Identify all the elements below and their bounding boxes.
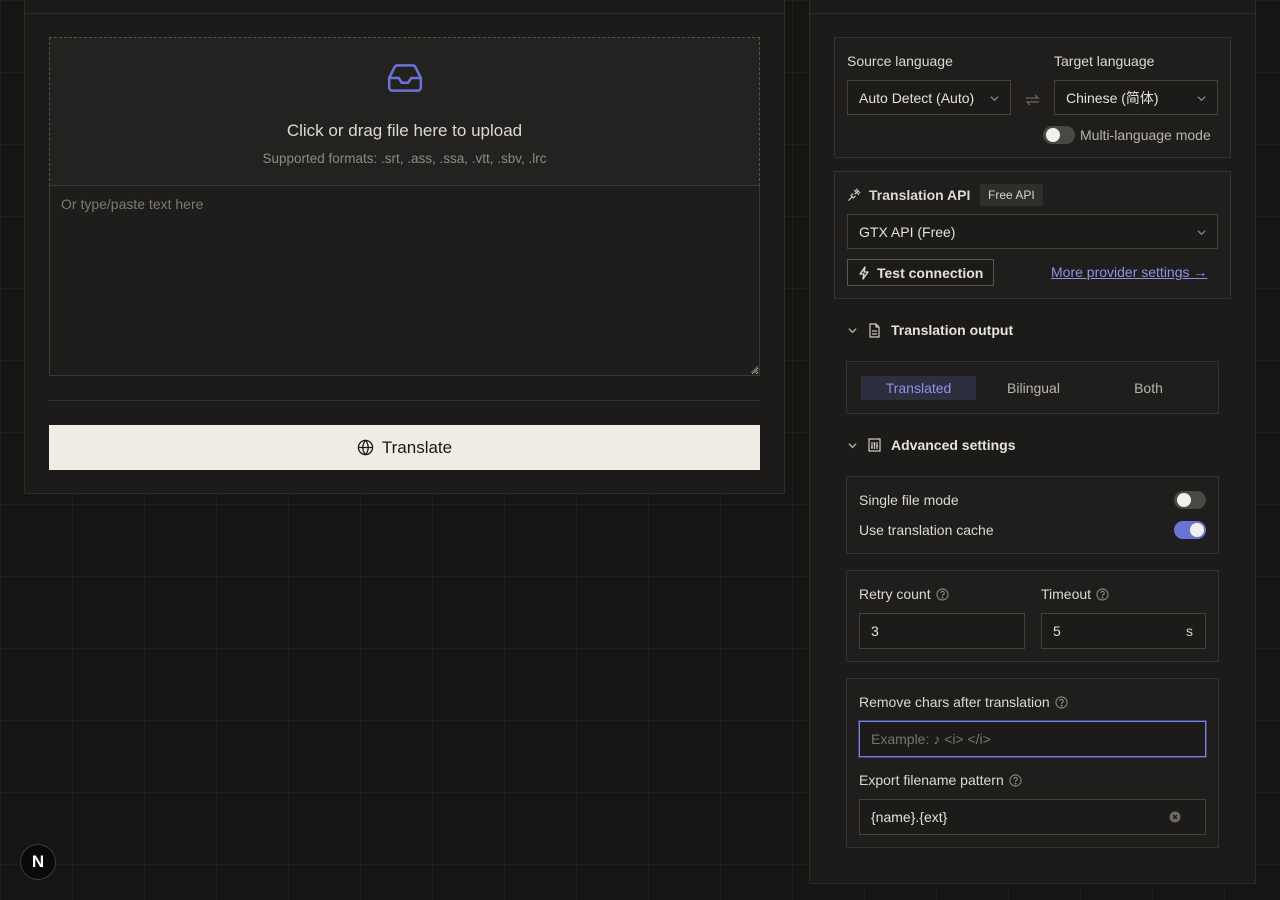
file-dropzone[interactable]: Click or drag file here to upload Suppor…: [49, 37, 760, 186]
supported-formats: Supported formats: .srt, .ass, .ssa, .vt…: [262, 151, 547, 166]
translation-output-title: Translation output: [891, 322, 1014, 338]
translation-cache-label: Use translation cache: [859, 522, 994, 538]
toggle-knob: [1177, 493, 1191, 507]
inbox-icon: [387, 64, 422, 92]
source-language-value: Auto Detect (Auto): [859, 89, 975, 106]
resize-grip-icon[interactable]: [750, 365, 759, 374]
api-card: Translation API Free API GTX API (Free) …: [834, 171, 1231, 299]
chevron-down-icon: [848, 327, 857, 333]
source-language-label: Source language: [847, 53, 953, 69]
chevron-down-icon: [848, 442, 857, 448]
retry-count-text: Retry count: [859, 586, 931, 602]
toggle-knob: [1190, 523, 1204, 537]
single-file-mode-toggle[interactable]: [1174, 491, 1206, 509]
retry-count-input[interactable]: [859, 613, 1025, 649]
export-filename-label: Export filename pattern: [859, 772, 1022, 788]
remove-chars-input[interactable]: [859, 721, 1206, 757]
chevron-down-icon: [990, 96, 999, 102]
text-options-card: Remove chars after translation Export fi…: [846, 678, 1219, 848]
more-provider-settings-link[interactable]: More provider settings →: [1051, 264, 1207, 280]
test-connection-label: Test connection: [877, 264, 984, 281]
panel-divider: [25, 13, 784, 14]
settings-panel: Source language Auto Detect (Auto) Targe…: [809, 0, 1256, 884]
remove-chars-label: Remove chars after translation: [859, 694, 1068, 710]
translate-button[interactable]: Translate: [49, 425, 760, 470]
document-icon: [869, 322, 880, 338]
chevron-down-icon: [1197, 96, 1206, 102]
retry-timeout-card: Retry count Timeout s: [846, 570, 1219, 662]
chevron-down-icon: [1197, 230, 1206, 236]
timeout-label: Timeout: [1041, 586, 1109, 602]
single-file-mode-label: Single file mode: [859, 492, 959, 508]
help-icon[interactable]: [1096, 588, 1109, 601]
test-connection-button[interactable]: Test connection: [847, 259, 995, 286]
help-icon[interactable]: [1009, 774, 1022, 787]
plug-icon: [848, 188, 861, 201]
nextjs-dev-button[interactable]: N: [20, 844, 56, 880]
globe-icon: [357, 439, 374, 456]
help-icon[interactable]: [1055, 696, 1068, 709]
retry-count-label: Retry count: [859, 586, 949, 602]
upload-title: Click or drag file here to upload: [286, 121, 523, 140]
remove-chars-text: Remove chars after translation: [859, 694, 1050, 710]
timeout-input[interactable]: [1041, 613, 1206, 649]
mode-toggles-card: Single file mode Use translation cache: [846, 476, 1219, 554]
output-option-both[interactable]: Both: [1091, 376, 1206, 400]
translation-output-header[interactable]: Translation output: [847, 322, 1013, 338]
translate-label: Translate: [381, 437, 453, 457]
multi-language-label: Multi-language mode: [1080, 127, 1211, 143]
target-language-label: Target language: [1054, 53, 1155, 69]
target-language-select[interactable]: Chinese (简体): [1054, 80, 1218, 115]
advanced-settings-title: Advanced settings: [891, 437, 1016, 453]
free-api-badge: Free API: [980, 184, 1043, 206]
section-divider: [49, 400, 760, 401]
output-option-translated[interactable]: Translated: [861, 376, 976, 400]
editor-panel: Click or drag file here to upload Suppor…: [24, 0, 785, 494]
language-card: Source language Auto Detect (Auto) Targe…: [834, 37, 1231, 158]
multi-language-toggle[interactable]: [1043, 126, 1075, 144]
export-filename-input[interactable]: [859, 799, 1206, 835]
advanced-settings-header[interactable]: Advanced settings: [847, 437, 1015, 453]
source-language-select[interactable]: Auto Detect (Auto): [847, 80, 1011, 115]
translation-cache-toggle[interactable]: [1174, 521, 1206, 539]
clear-icon[interactable]: [1169, 811, 1181, 823]
toggle-knob: [1046, 128, 1060, 142]
timeout-unit: s: [1186, 623, 1193, 639]
lightning-icon: [859, 265, 869, 280]
text-input[interactable]: [49, 185, 760, 376]
help-icon[interactable]: [936, 588, 949, 601]
sliders-icon: [868, 438, 881, 452]
output-option-bilingual[interactable]: Bilingual: [976, 376, 1091, 400]
api-provider-value: GTX API (Free): [859, 223, 956, 240]
target-language-value: Chinese (简体): [1066, 89, 1159, 106]
output-mode-card: Translated Bilingual Both: [846, 361, 1219, 414]
export-filename-text: Export filename pattern: [859, 772, 1004, 788]
api-provider-select[interactable]: GTX API (Free): [847, 214, 1218, 249]
translation-api-title: Translation API: [869, 187, 971, 203]
panel-divider: [810, 13, 1255, 14]
swap-icon[interactable]: [1025, 93, 1040, 107]
timeout-text: Timeout: [1041, 586, 1092, 602]
